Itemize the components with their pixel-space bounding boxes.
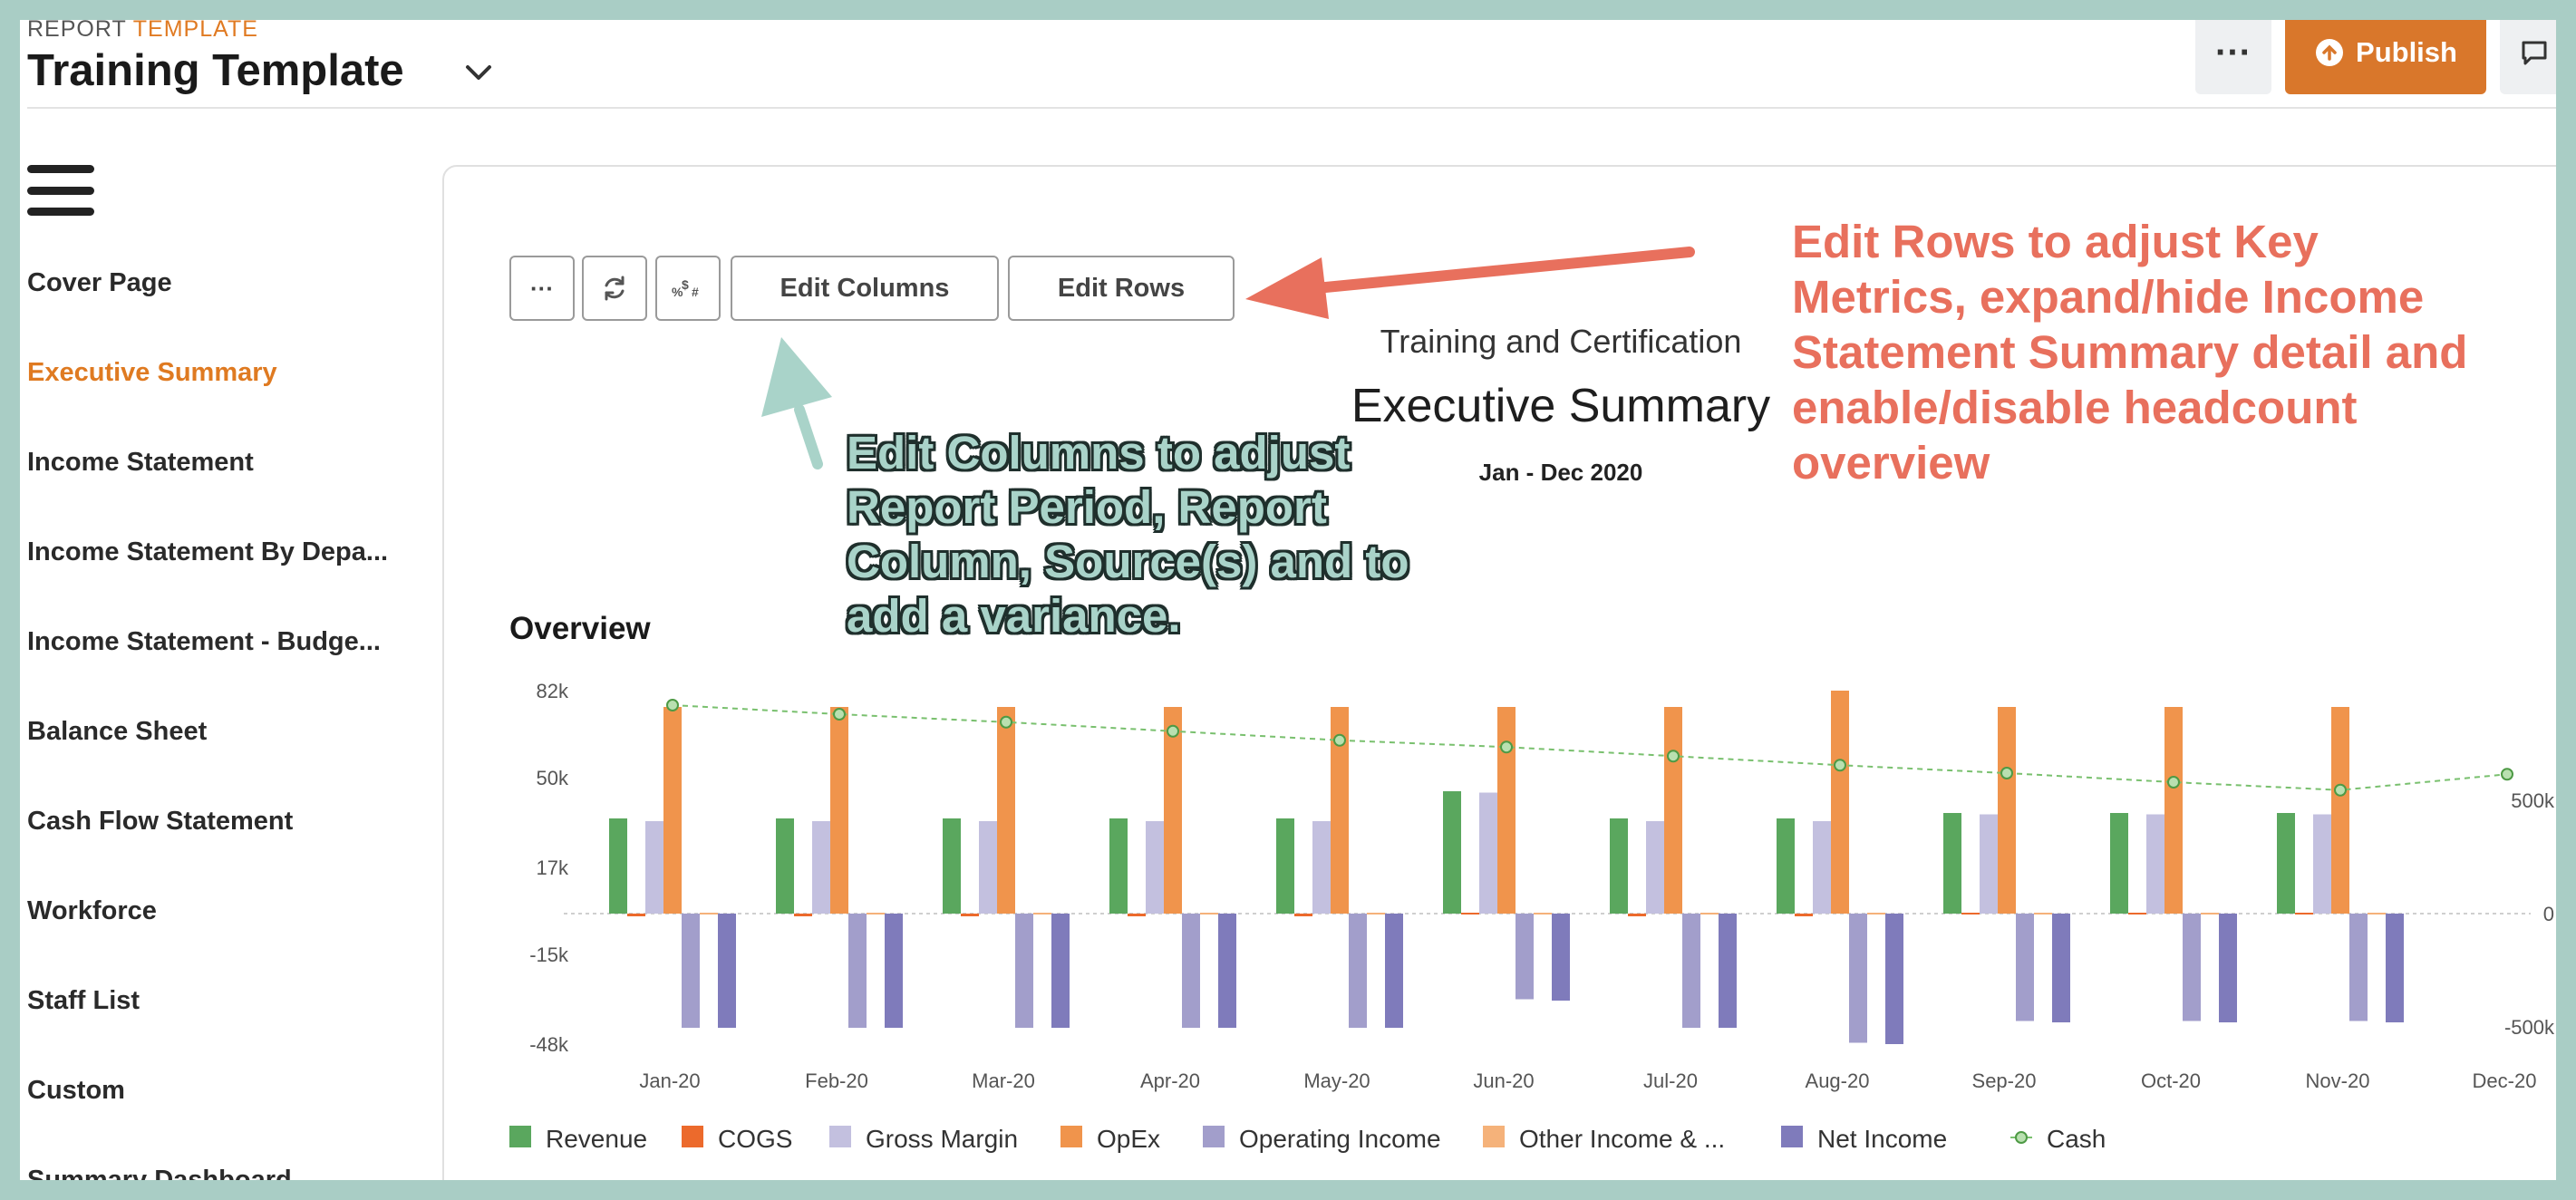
cloud-upload-icon [2316,39,2344,66]
refresh-button[interactable] [582,256,647,321]
sidebar-item-cash-flow-statement[interactable]: Cash Flow Statement [27,807,293,837]
svg-text:#: # [692,285,699,299]
sidebar-item-custom[interactable]: Custom [27,1076,125,1106]
refresh-icon [605,276,625,301]
sidebar-item-income-statement[interactable]: Income Statement [27,448,254,478]
edit-rows-button[interactable]: Edit Rows [1008,256,1235,321]
page-title: Training Template [27,46,404,95]
number-format-icon: %$ # [672,277,699,299]
sidebar-item-executive-summary[interactable]: Executive Summary [27,358,277,388]
report-period: Jan - Dec 2020 [1478,459,1643,486]
number-format-button[interactable]: % $ # [655,256,721,321]
more-options-button[interactable]: ··· [2195,20,2271,94]
sidebar-item-workforce[interactable]: Workforce [27,896,157,926]
report-kind-label: REPORT TEMPLATE [27,20,258,42]
publish-button[interactable]: Publish [2285,20,2486,94]
publish-label: Publish [2356,36,2457,68]
sidebar-item-staff-list[interactable]: Staff List [27,986,140,1016]
menu-icon[interactable] [27,165,94,216]
sidebar-item-income-statement-budget[interactable]: Income Statement - Budge... [27,627,381,657]
edit-rows-annotation: Edit Rows to adjust Key Metrics, expand/… [1792,216,2468,489]
report-company: Training and Certification [1380,323,1742,360]
header-divider [27,107,2556,109]
chevron-down-icon[interactable] [460,54,497,91]
comment-icon [2522,41,2547,65]
edit-columns-button[interactable]: Edit Columns [731,256,999,321]
sidebar-item-balance-sheet[interactable]: Balance Sheet [27,717,207,747]
overview-heading: Overview [509,611,651,646]
comment-button[interactable] [2500,20,2556,94]
edit-columns-annotation: Edit Columns to adjust Report Period, Re… [847,427,1409,642]
app-window: REPORT TEMPLATE Training Template ··· Pu… [20,20,2556,1180]
svg-text:$: $ [682,277,689,292]
report-title: Executive Summary [1351,380,1771,432]
sidebar-item-income-statement-by-department[interactable]: Income Statement By Depa... [27,537,388,567]
sidebar-item-summary-dashboard[interactable]: Summary Dashboard [27,1166,292,1180]
report-more-button[interactable]: ··· [509,256,575,321]
sidebar-item-cover-page[interactable]: Cover Page [27,268,172,298]
